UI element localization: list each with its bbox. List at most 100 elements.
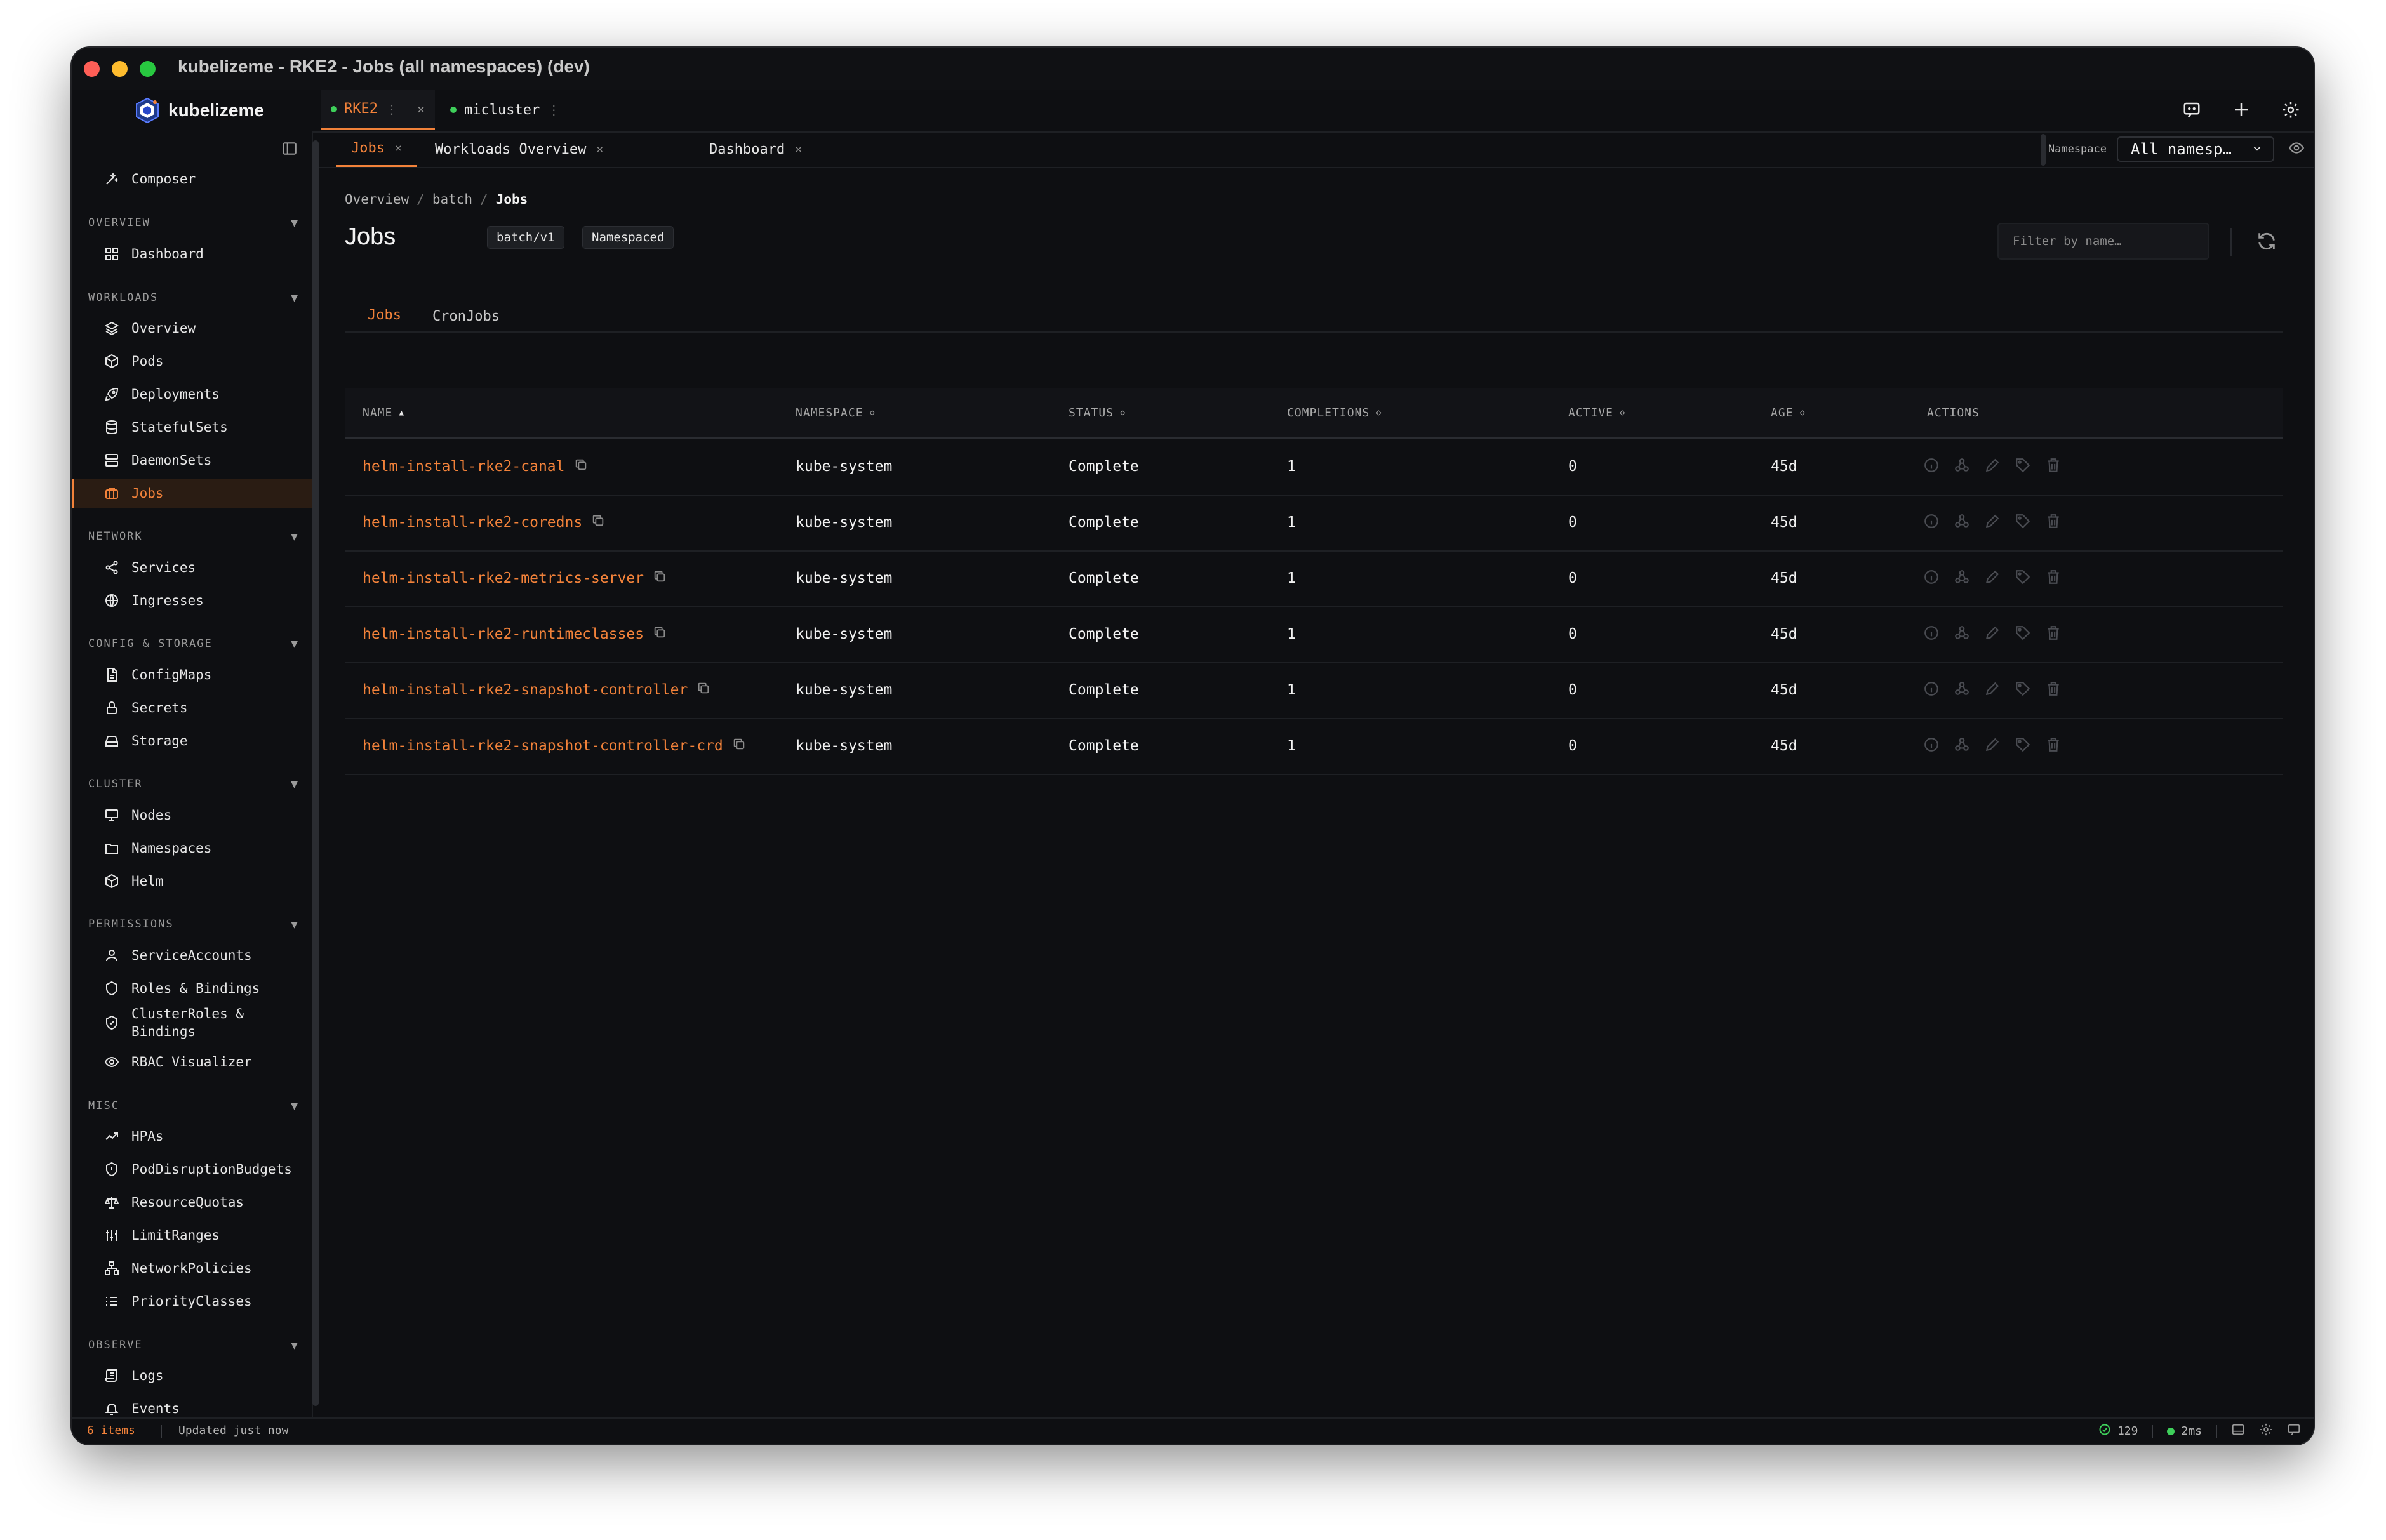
nodes-icon[interactable]	[1954, 457, 1970, 476]
table-row[interactable]: helm-install-rke2-runtimeclasses kube-sy…	[345, 606, 2283, 663]
header-completions[interactable]: COMPLETIONS ◇	[1287, 388, 1382, 437]
table-row[interactable]: helm-install-rke2-coredns kube-system Com…	[345, 495, 2283, 552]
tag-icon[interactable]	[2015, 513, 2031, 532]
info-icon[interactable]	[1923, 457, 1940, 476]
copy-icon[interactable]	[696, 681, 710, 699]
section-config-storage[interactable]: CONFIG & STORAGE ▼	[88, 637, 298, 651]
chevron-down-icon[interactable]: ▼	[291, 1339, 298, 1352]
tag-icon[interactable]	[2015, 457, 2031, 476]
sidebar-item-hpas[interactable]: HPAs	[72, 1122, 312, 1151]
sidebar-item-networkpolicies[interactable]: NetworkPolicies	[72, 1254, 312, 1283]
nodes-icon[interactable]	[1954, 625, 1970, 644]
tag-icon[interactable]	[2015, 736, 2031, 755]
refresh-icon[interactable]	[2256, 230, 2277, 255]
job-name-link[interactable]: helm-install-rke2-runtimeclasses	[363, 626, 644, 642]
cluster-more-icon[interactable]: ⋮	[547, 102, 560, 117]
sidebar-item-roles-bindings[interactable]: Roles & Bindings	[72, 974, 312, 1003]
trash-icon[interactable]	[2045, 625, 2062, 644]
sidebar-item-services[interactable]: Services	[72, 553, 312, 582]
sidebar-item-nodes[interactable]: Nodes	[72, 800, 312, 830]
sidebar-item-resourcequotas[interactable]: ResourceQuotas	[72, 1188, 312, 1217]
table-row[interactable]: helm-install-rke2-snapshot-controller ku…	[345, 662, 2283, 719]
info-icon[interactable]	[1923, 569, 1940, 588]
chevron-down-icon[interactable]: ▼	[291, 778, 298, 791]
sidebar-item-clusterroles[interactable]: ClusterRoles & Bindings	[72, 1002, 312, 1043]
copy-icon[interactable]	[653, 569, 667, 587]
trash-icon[interactable]	[2045, 680, 2062, 700]
trash-icon[interactable]	[2045, 736, 2062, 755]
job-name-link[interactable]: helm-install-rke2-snapshot-controller	[363, 682, 688, 698]
breadcrumb-overview[interactable]: Overview	[345, 192, 409, 207]
sidebar-item-dashboard[interactable]: Dashboard	[72, 239, 312, 269]
filter-input[interactable]	[1997, 223, 2209, 260]
trash-icon[interactable]	[2045, 569, 2062, 588]
header-status[interactable]: STATUS ◇	[1069, 388, 1126, 437]
section-permissions[interactable]: PERMISSIONS ▼	[88, 918, 298, 931]
job-name-link[interactable]: helm-install-rke2-metrics-server	[363, 570, 644, 587]
eye-icon[interactable]	[2288, 140, 2305, 159]
section-overview[interactable]: OVERVIEW ▼	[88, 216, 298, 230]
sidebar-item-namespaces[interactable]: Namespaces	[72, 833, 312, 863]
job-name-link[interactable]: helm-install-rke2-canal	[363, 458, 565, 475]
nodes-icon[interactable]	[1954, 736, 1970, 755]
pencil-icon[interactable]	[1984, 680, 2001, 700]
minimize-window-button[interactable]	[112, 61, 128, 77]
sidebar-item-ingresses[interactable]: Ingresses	[72, 586, 312, 615]
header-active[interactable]: ACTIVE ◇	[1568, 388, 1625, 437]
chevron-down-icon[interactable]: ▼	[291, 216, 298, 230]
sidebar-item-overview[interactable]: Overview	[72, 314, 312, 343]
resize-handle[interactable]	[2040, 134, 2046, 166]
cluster-more-icon[interactable]: ⋮	[385, 102, 398, 117]
nodes-icon[interactable]	[1954, 513, 1970, 532]
section-observe[interactable]: OBSERVE ▼	[88, 1339, 298, 1352]
section-misc[interactable]: MISC ▼	[88, 1099, 298, 1113]
sidebar-item-storage[interactable]: Storage	[72, 726, 312, 755]
info-icon[interactable]	[1923, 736, 1940, 755]
section-workloads[interactable]: WORKLOADS ▼	[88, 291, 298, 305]
chevron-down-icon[interactable]: ▼	[291, 918, 298, 931]
sidebar-item-statefulsets[interactable]: StatefulSets	[72, 413, 312, 442]
trash-icon[interactable]	[2045, 513, 2062, 532]
pencil-icon[interactable]	[1984, 569, 2001, 588]
panel-icon[interactable]	[2231, 1423, 2245, 1440]
sidebar-collapse-icon[interactable]	[281, 140, 298, 159]
section-cluster[interactable]: CLUSTER ▼	[88, 778, 298, 791]
gear-icon[interactable]	[2259, 1423, 2273, 1440]
copy-icon[interactable]	[574, 458, 588, 475]
tag-icon[interactable]	[2015, 680, 2031, 700]
cluster-tab-rke2[interactable]: RKE2 ⋮ ×	[321, 90, 435, 130]
chevron-down-icon[interactable]: ▼	[291, 530, 298, 543]
sidebar-scrollbar[interactable]	[312, 140, 319, 1406]
sidebar-item-jobs[interactable]: Jobs	[72, 479, 312, 508]
chevron-down-icon[interactable]: ▼	[291, 291, 298, 305]
job-name-link[interactable]: helm-install-rke2-coredns	[363, 514, 582, 531]
tab-workloads-overview[interactable]: Workloads Overview ×	[435, 131, 603, 167]
subtab-jobs[interactable]: Jobs	[352, 299, 417, 333]
header-name[interactable]: NAME ▲	[363, 388, 404, 437]
chevron-down-icon[interactable]: ▼	[291, 1099, 298, 1113]
sidebar-item-composer[interactable]: Composer	[72, 164, 312, 194]
subtab-cronjobs[interactable]: CronJobs	[432, 299, 500, 333]
cluster-tab-micluster[interactable]: micluster ⋮	[440, 90, 570, 130]
copy-icon[interactable]	[732, 737, 746, 755]
job-name-link[interactable]: helm-install-rke2-snapshot-controller-cr…	[363, 738, 723, 754]
tab-jobs[interactable]: Jobs ×	[336, 131, 417, 167]
latency-indicator[interactable]: 2ms	[2167, 1424, 2202, 1438]
chat-icon[interactable]	[2178, 96, 2206, 124]
health-indicator[interactable]: 129	[2098, 1423, 2138, 1439]
nodes-icon[interactable]	[1954, 680, 1970, 700]
table-row[interactable]: helm-install-rke2-canal kube-system Compl…	[345, 439, 2283, 496]
namespace-select[interactable]: All namesp…	[2117, 136, 2274, 162]
copy-icon[interactable]	[591, 514, 605, 531]
close-icon[interactable]: ×	[417, 102, 425, 117]
plus-icon[interactable]	[2227, 96, 2255, 124]
header-age[interactable]: AGE ◇	[1771, 388, 1806, 437]
pencil-icon[interactable]	[1984, 513, 2001, 532]
table-row[interactable]: helm-install-rke2-snapshot-controller-cr…	[345, 718, 2283, 775]
sidebar-item-pdbs[interactable]: PodDisruptionBudgets	[72, 1155, 312, 1184]
info-icon[interactable]	[1923, 680, 1940, 700]
breadcrumb-batch[interactable]: batch	[432, 192, 472, 207]
sidebar-item-priorityclasses[interactable]: PriorityClasses	[72, 1287, 312, 1316]
maximize-window-button[interactable]	[140, 61, 156, 77]
sidebar-item-helm[interactable]: Helm	[72, 866, 312, 896]
